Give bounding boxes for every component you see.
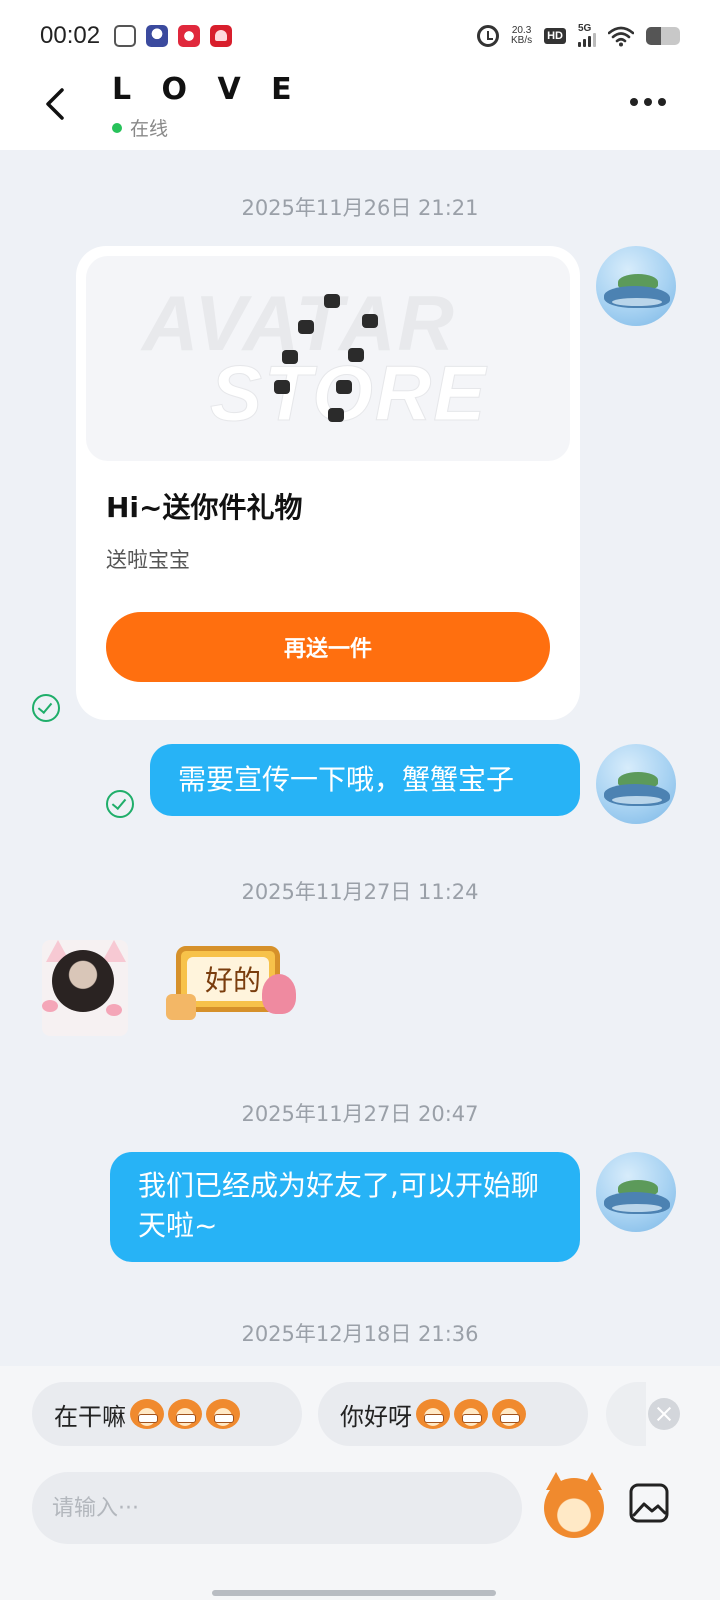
battery-icon	[646, 27, 680, 45]
online-status-text: 在线	[130, 118, 169, 140]
self-avatar[interactable]	[596, 744, 676, 824]
alarm-icon	[476, 25, 499, 47]
message-timestamp: 2025年11月27日 20:47	[241, 1102, 479, 1126]
heart-icon	[210, 25, 233, 47]
self-avatar[interactable]	[596, 246, 676, 326]
tassel-icon	[328, 408, 344, 422]
message-bubble-self[interactable]: 需要宣传一下哦，蟹蟹宝子	[150, 744, 580, 816]
message-timestamp: 2025年11月27日 11:24	[241, 880, 479, 904]
gift-card[interactable]: AVATAR STORE Hi~送你件礼物 送啦宝宝 再送一件	[76, 246, 580, 720]
close-icon[interactable]	[648, 1398, 680, 1430]
contact-name[interactable]: L O V E	[112, 72, 302, 107]
image-icon[interactable]	[628, 1482, 670, 1524]
more-dots-icon[interactable]	[630, 92, 674, 112]
contact-avatar[interactable]	[42, 940, 128, 1036]
grin-emoji-icon	[416, 1399, 450, 1429]
quick-reply-text: 你好呀	[340, 1402, 412, 1431]
mascot-emoji-icon[interactable]	[544, 1472, 604, 1538]
cellular-signal-icon: 5G	[578, 23, 596, 47]
read-check-icon	[32, 694, 60, 722]
send-again-button[interactable]: 再送一件	[106, 612, 550, 682]
tassel-icon	[298, 320, 314, 334]
sticker-cake-icon	[166, 994, 196, 1020]
sticker-character-icon	[262, 974, 296, 1014]
chevron-left-icon[interactable]	[38, 84, 78, 124]
sticker-message[interactable]: 好的	[164, 936, 304, 1032]
grin-emoji-icon	[454, 1399, 488, 1429]
tassel-icon	[324, 294, 340, 308]
status-time: 00:02	[40, 22, 101, 49]
battery-fill	[646, 27, 662, 45]
quick-reply-chip[interactable]: 在干嘛	[32, 1382, 302, 1446]
tassel-icon	[282, 350, 298, 364]
message-bubble-self[interactable]: 我们已经成为好友了,可以开始聊天啦~	[110, 1152, 580, 1262]
network-type-label: 5G	[578, 23, 592, 34]
home-indicator[interactable]	[212, 1590, 496, 1596]
quick-reply-text: 在干嘛	[54, 1402, 126, 1431]
tassel-icon	[274, 380, 290, 394]
status-bar: 00:02 20.3 KB/s HD 5G	[0, 0, 720, 72]
message-input[interactable]	[32, 1472, 522, 1544]
grin-emoji-icon	[168, 1399, 202, 1429]
message-timestamp: 2025年11月26日 21:21	[241, 196, 479, 220]
sticker-text: 好的	[205, 964, 262, 997]
tassel-icon	[362, 314, 378, 328]
grin-emoji-icon	[492, 1399, 526, 1429]
bottom-panel: 在干嘛 你好呀	[0, 1366, 720, 1600]
read-check-icon	[106, 790, 134, 818]
clown-icon	[178, 25, 201, 47]
message-timestamp: 2025年12月18日 21:36	[241, 1322, 479, 1346]
grin-emoji-icon	[206, 1399, 240, 1429]
self-avatar[interactable]	[596, 1152, 676, 1232]
status-indicators: 20.3 KB/s HD 5G	[476, 23, 680, 47]
online-dot-icon	[112, 122, 122, 133]
gift-title: Hi~送你件礼物	[106, 491, 303, 524]
wifi-icon	[608, 26, 634, 47]
net-speed: 20.3 KB/s	[511, 26, 532, 46]
net-speed-unit: KB/s	[510, 35, 533, 46]
gift-banner-image: AVATAR STORE	[86, 256, 570, 461]
gift-subtitle: 送啦宝宝	[106, 548, 190, 572]
hd-badge: HD	[544, 28, 566, 44]
chat-header: L O V E 在线	[0, 72, 720, 150]
quick-reply-chip-partial[interactable]	[606, 1382, 646, 1446]
app-icon	[114, 25, 137, 47]
tassel-icon	[348, 348, 364, 362]
online-status: 在线	[112, 114, 168, 141]
tassel-icon	[336, 380, 352, 394]
grin-emoji-icon	[130, 1399, 164, 1429]
astronaut-icon	[146, 25, 169, 47]
quick-reply-chip[interactable]: 你好呀	[318, 1382, 588, 1446]
status-app-icons	[114, 25, 233, 47]
